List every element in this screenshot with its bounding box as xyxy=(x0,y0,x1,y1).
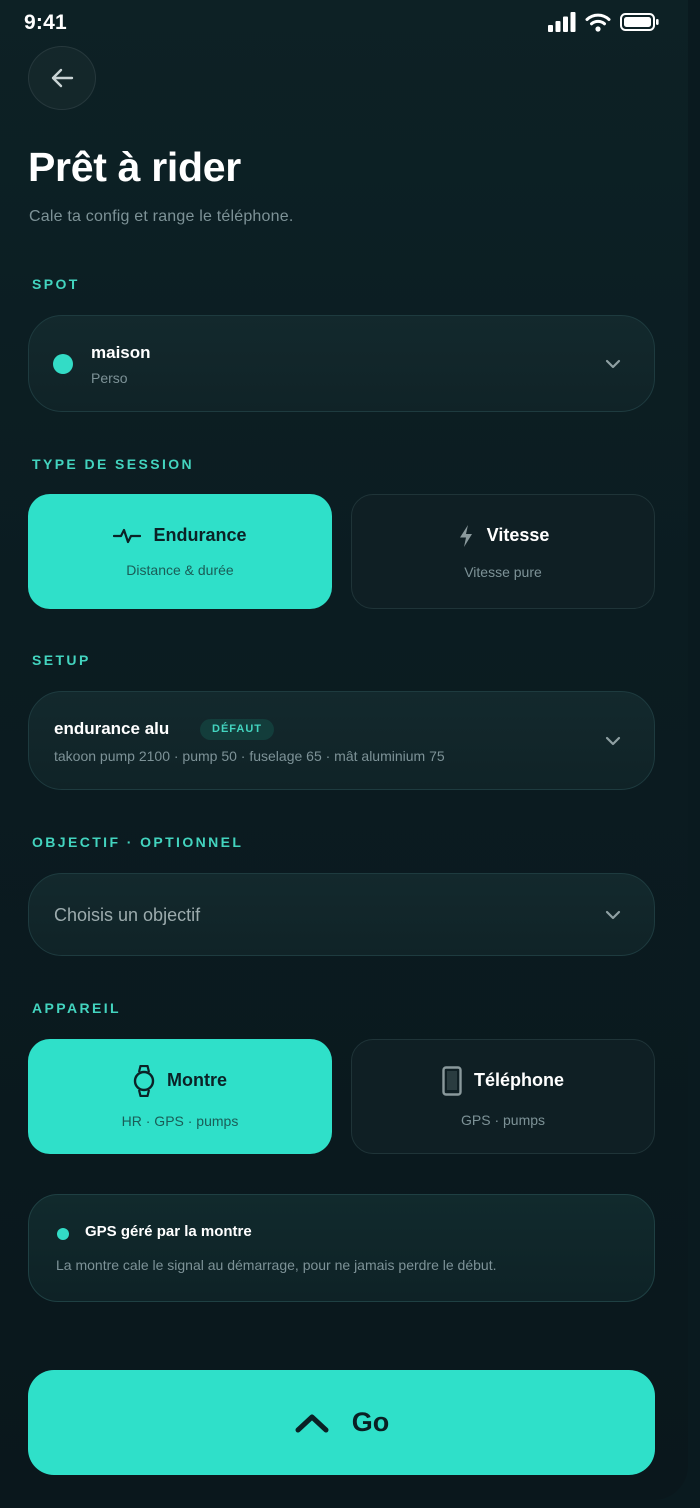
session-option-endurance[interactable]: Endurance Distance & durée xyxy=(28,494,332,609)
session-option-vitesse[interactable]: Vitesse Vitesse pure xyxy=(351,494,655,609)
objective-placeholder: Choisis un objectif xyxy=(54,905,201,925)
wifi-icon xyxy=(585,13,611,32)
status-icons xyxy=(548,12,660,32)
go-button-label: Go xyxy=(351,1407,390,1437)
gps-info-text: La montre cale le signal au démarrage, p… xyxy=(56,1257,497,1273)
gps-info-card: GPS géré par la montre La montre cale le… xyxy=(28,1194,655,1302)
signal-icon xyxy=(548,12,576,32)
page-title: Prêt à rider xyxy=(28,144,241,190)
session-option-vitesse-description: Vitesse pure xyxy=(464,563,542,580)
spot-category: Perso xyxy=(91,370,128,386)
session-option-endurance-description: Distance & durée xyxy=(126,562,234,578)
screen: 9:41 Prêt à rider Cale ta config et rang… xyxy=(0,0,688,1500)
device-section-label: APPAREIL xyxy=(32,1000,121,1016)
status-time: 9:41 xyxy=(24,11,67,34)
objective-select[interactable]: Choisis un objectif xyxy=(28,873,655,956)
spot-section-label: SPOT xyxy=(32,276,80,292)
session-option-vitesse-label: Vitesse xyxy=(486,525,550,545)
spot-name: maison xyxy=(91,343,151,362)
phone-icon xyxy=(442,1065,462,1096)
back-button[interactable] xyxy=(28,46,96,110)
gps-info-title: GPS géré par la montre xyxy=(85,1223,252,1240)
device-option-telephone-description: GPS · pumps xyxy=(460,1111,546,1128)
default-badge: DÉFAUT xyxy=(200,719,274,740)
watch-icon xyxy=(133,1064,155,1097)
battery-icon xyxy=(620,13,659,31)
device-option-montre[interactable]: Montre HR · GPS · pumps xyxy=(28,1039,332,1154)
setup-select[interactable]: endurance alu DÉFAUT takoon pump 2100 · … xyxy=(28,691,655,790)
spot-select[interactable]: maison Perso xyxy=(28,315,655,412)
chevron-down-icon xyxy=(605,359,621,368)
gps-info-dot xyxy=(57,1228,69,1240)
pulse-icon xyxy=(113,528,142,543)
device-option-montre-description: HR · GPS · pumps xyxy=(121,1112,239,1129)
lightning-icon xyxy=(459,524,472,547)
session-option-endurance-label: Endurance xyxy=(153,525,247,545)
session-type-section-label: TYPE DE SESSION xyxy=(32,456,195,472)
chevron-down-icon xyxy=(605,910,621,919)
setup-name: endurance alu xyxy=(54,719,170,738)
chevron-up-icon xyxy=(295,1414,329,1432)
status-bar: 9:41 xyxy=(0,0,688,50)
device-option-montre-label: Montre xyxy=(167,1070,227,1090)
arrow-left-icon xyxy=(51,68,74,88)
device-option-telephone[interactable]: Téléphone GPS · pumps xyxy=(351,1039,655,1154)
spot-status-dot xyxy=(53,354,73,374)
go-button[interactable]: Go xyxy=(28,1370,655,1475)
page-subtitle: Cale ta config et range le téléphone. xyxy=(29,208,294,225)
chevron-down-icon xyxy=(605,736,621,745)
setup-details: takoon pump 2100 · pump 50 · fuselage 65… xyxy=(54,748,445,764)
device-option-telephone-label: Téléphone xyxy=(473,1070,564,1090)
setup-section-label: SETUP xyxy=(32,652,91,668)
objective-section-label: OBJECTIF · OPTIONNEL xyxy=(32,834,244,850)
